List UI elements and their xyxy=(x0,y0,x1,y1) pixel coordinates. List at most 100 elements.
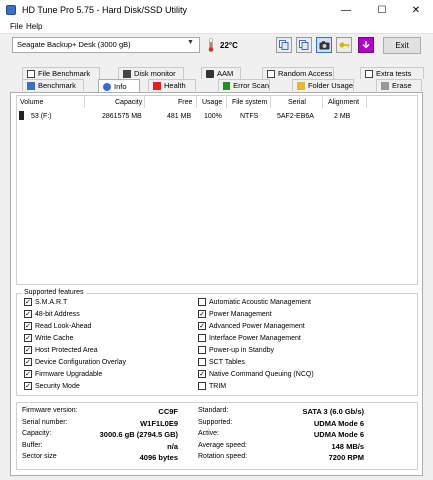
close-button[interactable]: ✕ xyxy=(400,0,432,20)
column-divider xyxy=(322,96,323,108)
info-value: 7200 RPM xyxy=(328,453,364,462)
drive-select[interactable]: Seagate Backup+ Desk (3000 gB) xyxy=(12,37,200,53)
speaker-icon xyxy=(206,69,214,78)
tab-error-scan[interactable]: Error Scan xyxy=(218,79,270,91)
feature-checkbox[interactable]: ✓ 48-bit Address xyxy=(24,310,80,318)
tab-erase[interactable]: Erase xyxy=(376,79,422,91)
tab-label: Benchmark xyxy=(38,81,76,90)
checkbox-checked-icon[interactable]: ✓ xyxy=(24,310,32,318)
feature-checkbox[interactable]: ✓ Advanced Power Management xyxy=(198,322,305,330)
disk-monitor-icon xyxy=(123,69,131,78)
tab-info[interactable]: Info xyxy=(98,79,140,93)
tab-label: Info xyxy=(114,82,127,91)
checkbox-checked-icon[interactable]: ✓ xyxy=(24,298,32,306)
tab-extra-tests[interactable]: Extra tests xyxy=(360,67,424,79)
chevron-down-icon[interactable]: ▼ xyxy=(187,39,194,46)
column-divider xyxy=(366,96,367,108)
cell-free: 481 MB xyxy=(167,113,192,120)
feature-checkbox[interactable]: ✓ Device Configuration Overlay xyxy=(24,358,126,366)
checkbox-unchecked-icon[interactable] xyxy=(198,346,206,354)
checkbox-checked-icon[interactable]: ✓ xyxy=(24,358,32,366)
menu-file[interactable]: File xyxy=(10,22,23,31)
temperature-label: 22°C xyxy=(220,41,238,50)
column-header-volume[interactable]: Volume xyxy=(20,99,43,106)
cell-capacity: 2861575 MB xyxy=(102,113,142,120)
feature-checkbox[interactable]: TRIM xyxy=(198,382,226,390)
feature-label: Read Look-Ahead xyxy=(35,322,92,330)
checkbox-unchecked-icon[interactable] xyxy=(198,382,206,390)
feature-checkbox[interactable]: Automatic Acoustic Management xyxy=(198,298,311,306)
feature-checkbox[interactable]: ✓ Host Protected Area xyxy=(24,346,98,354)
extra-tests-icon xyxy=(365,69,373,78)
info-label: Firmware version: xyxy=(22,407,78,414)
tab-file-benchmark[interactable]: File Benchmark xyxy=(22,67,100,79)
column-header-capacity[interactable]: Capacity xyxy=(115,99,142,106)
tab-benchmark[interactable]: Benchmark xyxy=(22,79,84,91)
tab-folder-usage[interactable]: Folder Usage xyxy=(292,79,354,91)
feature-checkbox[interactable]: ✓ Firmware Upgradable xyxy=(24,370,102,378)
feature-checkbox[interactable]: SCT Tables xyxy=(198,358,245,366)
tab-label: AAM xyxy=(217,69,234,78)
minimize-button[interactable]: — xyxy=(330,0,362,20)
checkbox-unchecked-icon[interactable] xyxy=(198,358,206,366)
exit-button[interactable]: Exit xyxy=(383,37,421,54)
info-value: W1F1L0E9 xyxy=(140,418,178,428)
checkbox-unchecked-icon[interactable] xyxy=(198,298,206,306)
tab-aam[interactable]: AAM xyxy=(201,67,241,79)
feature-checkbox[interactable]: Interface Power Management xyxy=(198,334,301,342)
feature-checkbox[interactable]: Power-up in Standby xyxy=(198,346,274,354)
file-benchmark-icon xyxy=(27,69,35,78)
info-label: Standard: xyxy=(198,407,229,414)
checkbox-checked-icon[interactable]: ✓ xyxy=(24,334,32,342)
copy-all-icon[interactable] xyxy=(296,37,312,53)
checkbox-checked-icon[interactable]: ✓ xyxy=(24,370,32,378)
tab-disk-monitor[interactable]: Disk monitor xyxy=(118,67,184,79)
feature-label: Device Configuration Overlay xyxy=(35,358,127,366)
menu-bar xyxy=(0,20,433,33)
menu-help[interactable]: Help xyxy=(26,22,42,31)
camera-icon[interactable] xyxy=(316,37,332,53)
tab-random-access[interactable]: Random Access xyxy=(262,67,334,79)
checkbox-unchecked-icon[interactable] xyxy=(198,334,206,342)
checkbox-checked-icon[interactable]: ✓ xyxy=(198,322,206,330)
checkbox-checked-icon[interactable]: ✓ xyxy=(24,322,32,330)
checkbox-checked-icon[interactable]: ✓ xyxy=(24,382,32,390)
info-label: Buffer: xyxy=(22,441,43,449)
feature-checkbox[interactable]: ✓ Read Look-Ahead xyxy=(24,322,91,330)
checkbox-checked-icon[interactable]: ✓ xyxy=(198,310,206,318)
tab-label: Folder Usage xyxy=(307,81,353,90)
cell-alignment: 2 MB xyxy=(334,113,351,120)
checkbox-checked-icon[interactable]: ✓ xyxy=(198,370,206,378)
feature-label: 48-bit Address xyxy=(35,310,80,318)
volume-table[interactable] xyxy=(16,95,418,285)
feature-label: Power Management xyxy=(209,310,272,318)
cell-volume[interactable]: 53 (F:) xyxy=(31,113,52,120)
tab-label: Extra tests xyxy=(376,69,412,78)
copy-icon[interactable] xyxy=(276,37,292,53)
info-label: Supported: xyxy=(198,418,233,426)
feature-label: Firmware Upgradable xyxy=(35,370,103,378)
column-header-free[interactable]: Free xyxy=(178,99,192,106)
download-icon[interactable] xyxy=(358,37,374,53)
tab-health[interactable]: Health xyxy=(148,79,196,91)
column-header-file-system[interactable]: File system xyxy=(232,99,267,106)
feature-checkbox[interactable]: ✓ Native Command Queuing (NCQ) xyxy=(198,370,314,378)
column-header-alignment[interactable]: Alignment xyxy=(328,99,359,106)
feature-checkbox[interactable]: ✓ Write Cache xyxy=(24,334,73,342)
info-value: 148 MB/s xyxy=(331,441,364,451)
folder-icon xyxy=(297,81,305,90)
tab-label: Disk monitor xyxy=(134,69,176,78)
column-header-usage[interactable]: Usage xyxy=(202,99,222,106)
info-value: 3000.6 gB (2794.5 GB) xyxy=(99,430,178,439)
feature-checkbox[interactable]: ✓ Power Management xyxy=(198,310,272,318)
feature-checkbox[interactable]: ✓ S.M.A.R.T xyxy=(24,298,67,306)
supported-features-group xyxy=(16,293,418,396)
app-icon xyxy=(6,5,16,15)
feature-checkbox[interactable]: ✓ Security Mode xyxy=(24,382,80,390)
column-header-serial[interactable]: Serial xyxy=(288,99,306,106)
feature-label: SCT Tables xyxy=(209,358,245,366)
maximize-button[interactable]: ☐ xyxy=(366,0,398,20)
key-icon[interactable] xyxy=(336,37,352,53)
checkbox-checked-icon[interactable]: ✓ xyxy=(24,346,32,354)
column-divider xyxy=(144,96,145,108)
